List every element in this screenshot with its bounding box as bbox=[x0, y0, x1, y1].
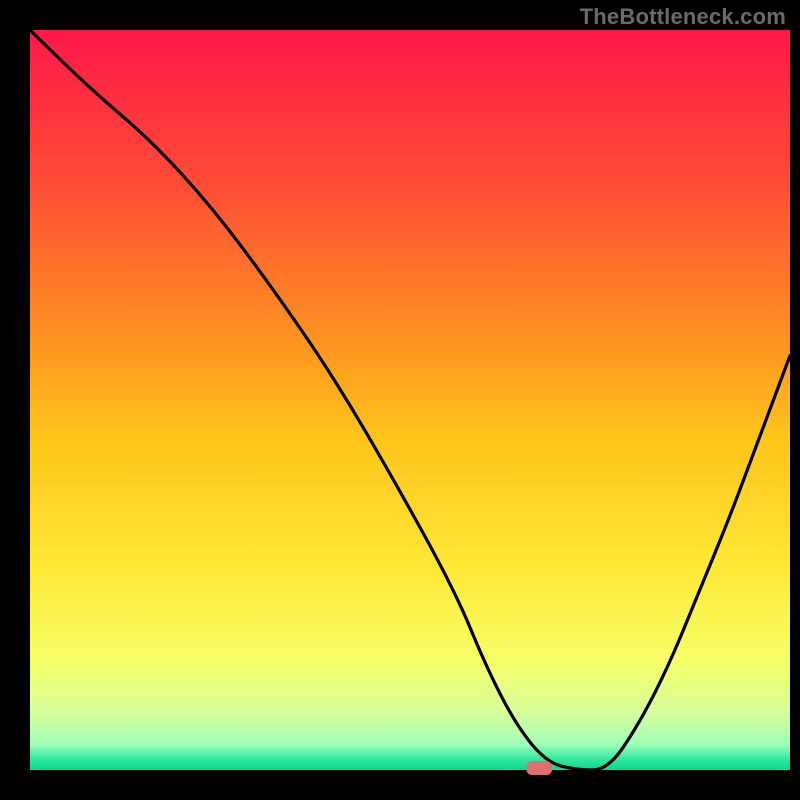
plot-background bbox=[30, 30, 790, 770]
bottleneck-chart bbox=[0, 0, 800, 800]
chart-container: TheBottleneck.com bbox=[0, 0, 800, 800]
watermark-text: TheBottleneck.com bbox=[580, 4, 786, 30]
optimal-marker bbox=[526, 761, 552, 775]
